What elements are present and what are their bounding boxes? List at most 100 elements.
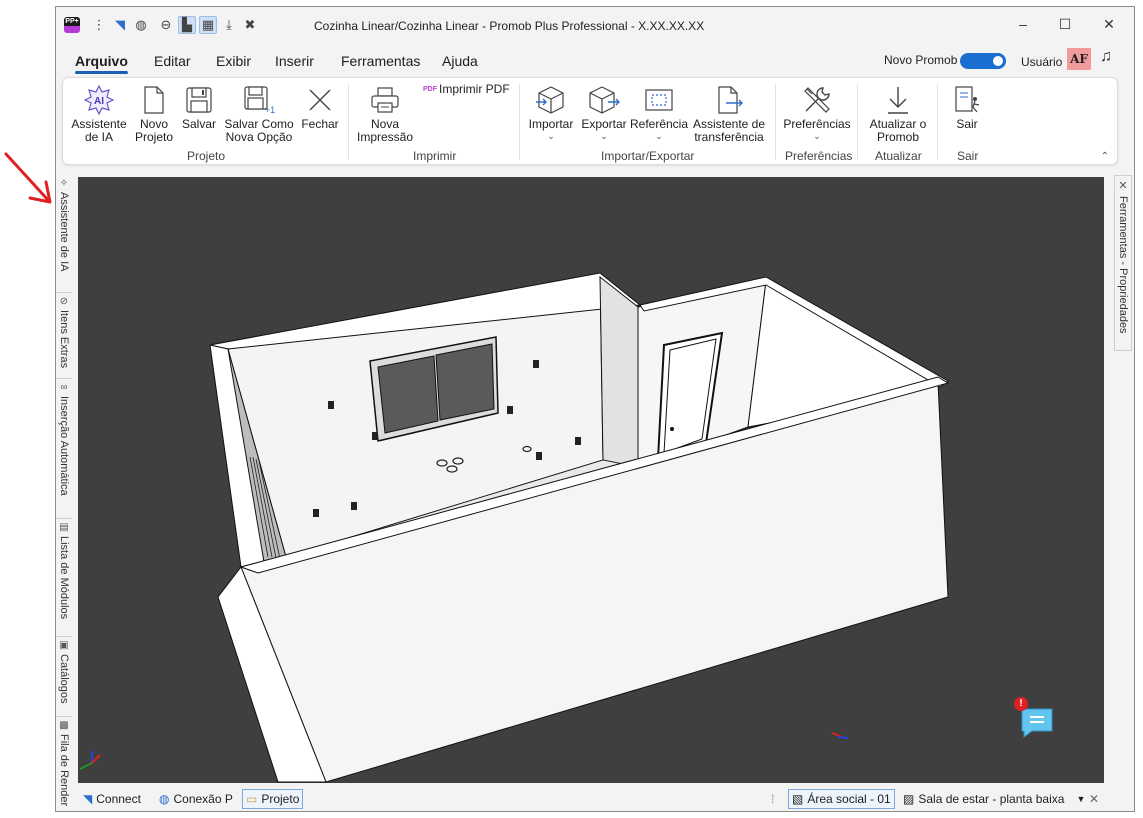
sala-de-estar-label: Sala de estar - planta baixa bbox=[918, 792, 1065, 806]
nova-impressao-label-2: Impressão bbox=[356, 130, 414, 144]
close-icon bbox=[299, 82, 341, 118]
conexao-button[interactable]: ◍ Conexão P bbox=[156, 789, 236, 809]
tab-ferramentas-propriedades[interactable]: ✕ Ferramentas - Propriedades bbox=[1114, 175, 1132, 351]
importar-label: Importar bbox=[528, 117, 574, 131]
assistente-ia-label-2: de IA bbox=[84, 130, 114, 144]
sair-label: Sair bbox=[956, 117, 978, 131]
area-social-tab[interactable]: ▧ Área social - 01 bbox=[788, 789, 895, 809]
group-label-sair: Sair bbox=[957, 149, 979, 163]
ribbon: AI Assistente de IA Novo Projeto Salvar … bbox=[62, 77, 1118, 165]
connect-button[interactable]: ◥ Connect bbox=[80, 789, 144, 809]
fechar-button[interactable]: Fechar bbox=[299, 82, 341, 131]
catalog-icon: ▣ bbox=[59, 640, 69, 651]
more-options-icon[interactable]: ⋮ bbox=[90, 16, 108, 34]
atualizar-promob-button[interactable]: Atualizar o Promob bbox=[863, 82, 933, 144]
exportar-label: Exportar bbox=[581, 117, 627, 131]
list-icon: ▤ bbox=[59, 522, 69, 533]
avatar[interactable]: AF bbox=[1067, 48, 1091, 70]
sparkle-icon: ✧ bbox=[59, 178, 69, 189]
glasses-icon[interactable]: ⊖ bbox=[157, 16, 175, 34]
chevron-down-icon: ⌄ bbox=[600, 131, 608, 141]
tab-lista-de-modulos[interactable]: ▤ Lista de Módulos bbox=[56, 519, 72, 637]
menu-arquivo[interactable]: Arquivo bbox=[75, 53, 128, 74]
preferencias-button[interactable]: Preferências ⌄ bbox=[781, 82, 853, 141]
chevron-down-icon: ⌄ bbox=[655, 131, 663, 141]
group-label-atualizar: Atualizar bbox=[875, 149, 922, 163]
render-queue-icon: ▩ bbox=[59, 720, 69, 731]
tab-label: Fila de Render bbox=[58, 734, 70, 807]
projeto-tab[interactable]: ▭ Projeto bbox=[242, 789, 304, 809]
assistente-ia-button[interactable]: AI Assistente de IA bbox=[69, 82, 129, 144]
new-document-icon bbox=[133, 82, 175, 118]
user-label[interactable]: Usuário bbox=[1021, 55, 1062, 69]
novo-projeto-button[interactable]: Novo Projeto bbox=[133, 82, 175, 144]
salvar-button[interactable]: Salvar bbox=[179, 82, 219, 131]
globe-icon[interactable]: ◍ bbox=[132, 16, 150, 34]
novo-projeto-label-2: Projeto bbox=[134, 130, 174, 144]
rss-feed-icon[interactable]: ◥ bbox=[111, 16, 129, 34]
atualizar-label-2: Promob bbox=[876, 130, 920, 144]
tab-itens-extras[interactable]: ⊘ Itens Extras bbox=[56, 293, 72, 379]
fechar-label: Fechar bbox=[301, 117, 339, 131]
tab-label: Assistente de IA bbox=[58, 192, 70, 272]
tools-icon bbox=[781, 82, 853, 118]
menu-editar[interactable]: Editar bbox=[154, 53, 191, 69]
novo-promob-toggle[interactable] bbox=[960, 53, 1006, 69]
window-title: Cozinha Linear/Cozinha Linear - Promob P… bbox=[314, 19, 705, 33]
imprimir-pdf-label: Imprimir PDF bbox=[439, 82, 510, 96]
bell-icon[interactable]: ♫ bbox=[1100, 48, 1112, 66]
svg-text:+1: +1 bbox=[265, 105, 275, 115]
group-label-importar-exportar: Importar/Exportar bbox=[601, 149, 695, 163]
area-social-label: Área social - 01 bbox=[807, 792, 891, 806]
collapse-ribbon-icon[interactable]: ⌃ bbox=[1101, 151, 1109, 162]
sala-de-estar-tab[interactable]: ▨ Sala de estar - planta baixa ▼ bbox=[900, 789, 1088, 809]
referencia-button[interactable]: Referência ⌄ bbox=[629, 82, 689, 141]
dropdown-arrow-icon[interactable]: ▼ bbox=[1076, 794, 1085, 804]
save-icon bbox=[179, 82, 219, 118]
folder-icon: ▭ bbox=[246, 792, 258, 806]
tab-insercao-automatica[interactable]: ∞ Inserção Automática bbox=[56, 379, 72, 519]
annotation-arrow-icon bbox=[4, 152, 52, 204]
import-box-icon bbox=[525, 82, 577, 118]
close-tab-icon[interactable]: ✕ bbox=[1086, 789, 1102, 809]
svg-text:AI: AI bbox=[94, 96, 104, 107]
close-window-button[interactable]: ✕ bbox=[1086, 11, 1132, 37]
resize-grip-icon: ⁞ bbox=[771, 792, 775, 806]
tab-fila-de-render[interactable]: ▩ Fila de Render bbox=[56, 717, 72, 811]
room-3d-model bbox=[79, 272, 950, 783]
tools-icon[interactable]: ✖ bbox=[241, 16, 259, 34]
grid-view-icon[interactable]: ▦ bbox=[199, 16, 217, 34]
menu-bar: Arquivo Editar Exibir Inserir Ferramenta… bbox=[56, 45, 1134, 75]
connect-label: Connect bbox=[96, 792, 141, 806]
group-separator bbox=[348, 84, 349, 160]
maximize-button[interactable]: ☐ bbox=[1042, 11, 1088, 37]
left-dock-tabs: ✧ Assistente de IA ⊘ Itens Extras ∞ Inse… bbox=[56, 175, 72, 811]
salvar-como-button[interactable]: +1 Salvar Como Nova Opção bbox=[223, 82, 295, 144]
tab-label: Lista de Módulos bbox=[58, 536, 70, 620]
printer-icon bbox=[355, 82, 415, 118]
exportar-button[interactable]: Exportar ⌄ bbox=[579, 82, 629, 141]
sair-button[interactable]: Sair bbox=[943, 82, 991, 131]
file-transfer-icon bbox=[691, 82, 767, 118]
chat-assistant-button[interactable]: ! bbox=[1014, 697, 1056, 741]
imprimir-pdf-button[interactable]: PDF Imprimir PDF bbox=[423, 82, 510, 96]
tab-label: Itens Extras bbox=[58, 310, 70, 369]
menu-inserir[interactable]: Inserir bbox=[275, 53, 314, 69]
save-as-icon: +1 bbox=[223, 82, 295, 118]
tools-icon: ✕ bbox=[1118, 180, 1128, 192]
download-icon[interactable]: ⤓ bbox=[220, 16, 238, 34]
menu-ferramentas[interactable]: Ferramentas bbox=[341, 53, 420, 69]
tab-assistente-ia[interactable]: ✧ Assistente de IA bbox=[56, 175, 72, 293]
menu-ajuda[interactable]: Ajuda bbox=[442, 53, 478, 69]
3d-viewport[interactable]: ! bbox=[78, 177, 1104, 783]
minimize-button[interactable]: – bbox=[1000, 11, 1046, 37]
render-view-icon[interactable]: ▙ bbox=[178, 16, 196, 34]
novo-promob-label: Novo Promob bbox=[884, 53, 958, 67]
group-separator bbox=[937, 84, 938, 160]
tab-catalogos[interactable]: ▣ Catálogos bbox=[56, 637, 72, 717]
assistente-transferencia-button[interactable]: Assistente de transferência bbox=[691, 82, 767, 144]
importar-button[interactable]: Importar ⌄ bbox=[525, 82, 577, 141]
menu-exibir[interactable]: Exibir bbox=[216, 53, 251, 69]
nova-impressao-button[interactable]: Nova Impressão bbox=[355, 82, 415, 144]
tab-label: Ferramentas - Propriedades bbox=[1117, 196, 1129, 334]
